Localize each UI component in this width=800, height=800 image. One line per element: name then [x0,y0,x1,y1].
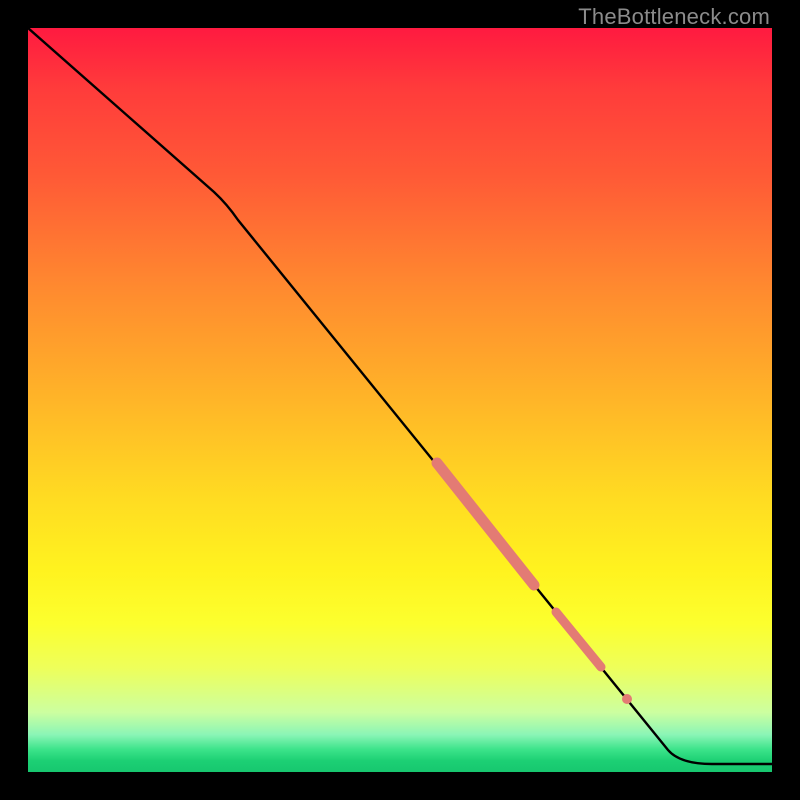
highlight-dot-1 [622,694,632,704]
highlight-segment-1 [437,463,534,585]
curve-main [28,28,772,764]
highlight-segment-2 [556,612,601,667]
watermark-text: TheBottleneck.com [578,4,770,30]
plot-area [28,28,772,772]
chart-svg [28,28,772,772]
chart-outer: TheBottleneck.com [0,0,800,800]
